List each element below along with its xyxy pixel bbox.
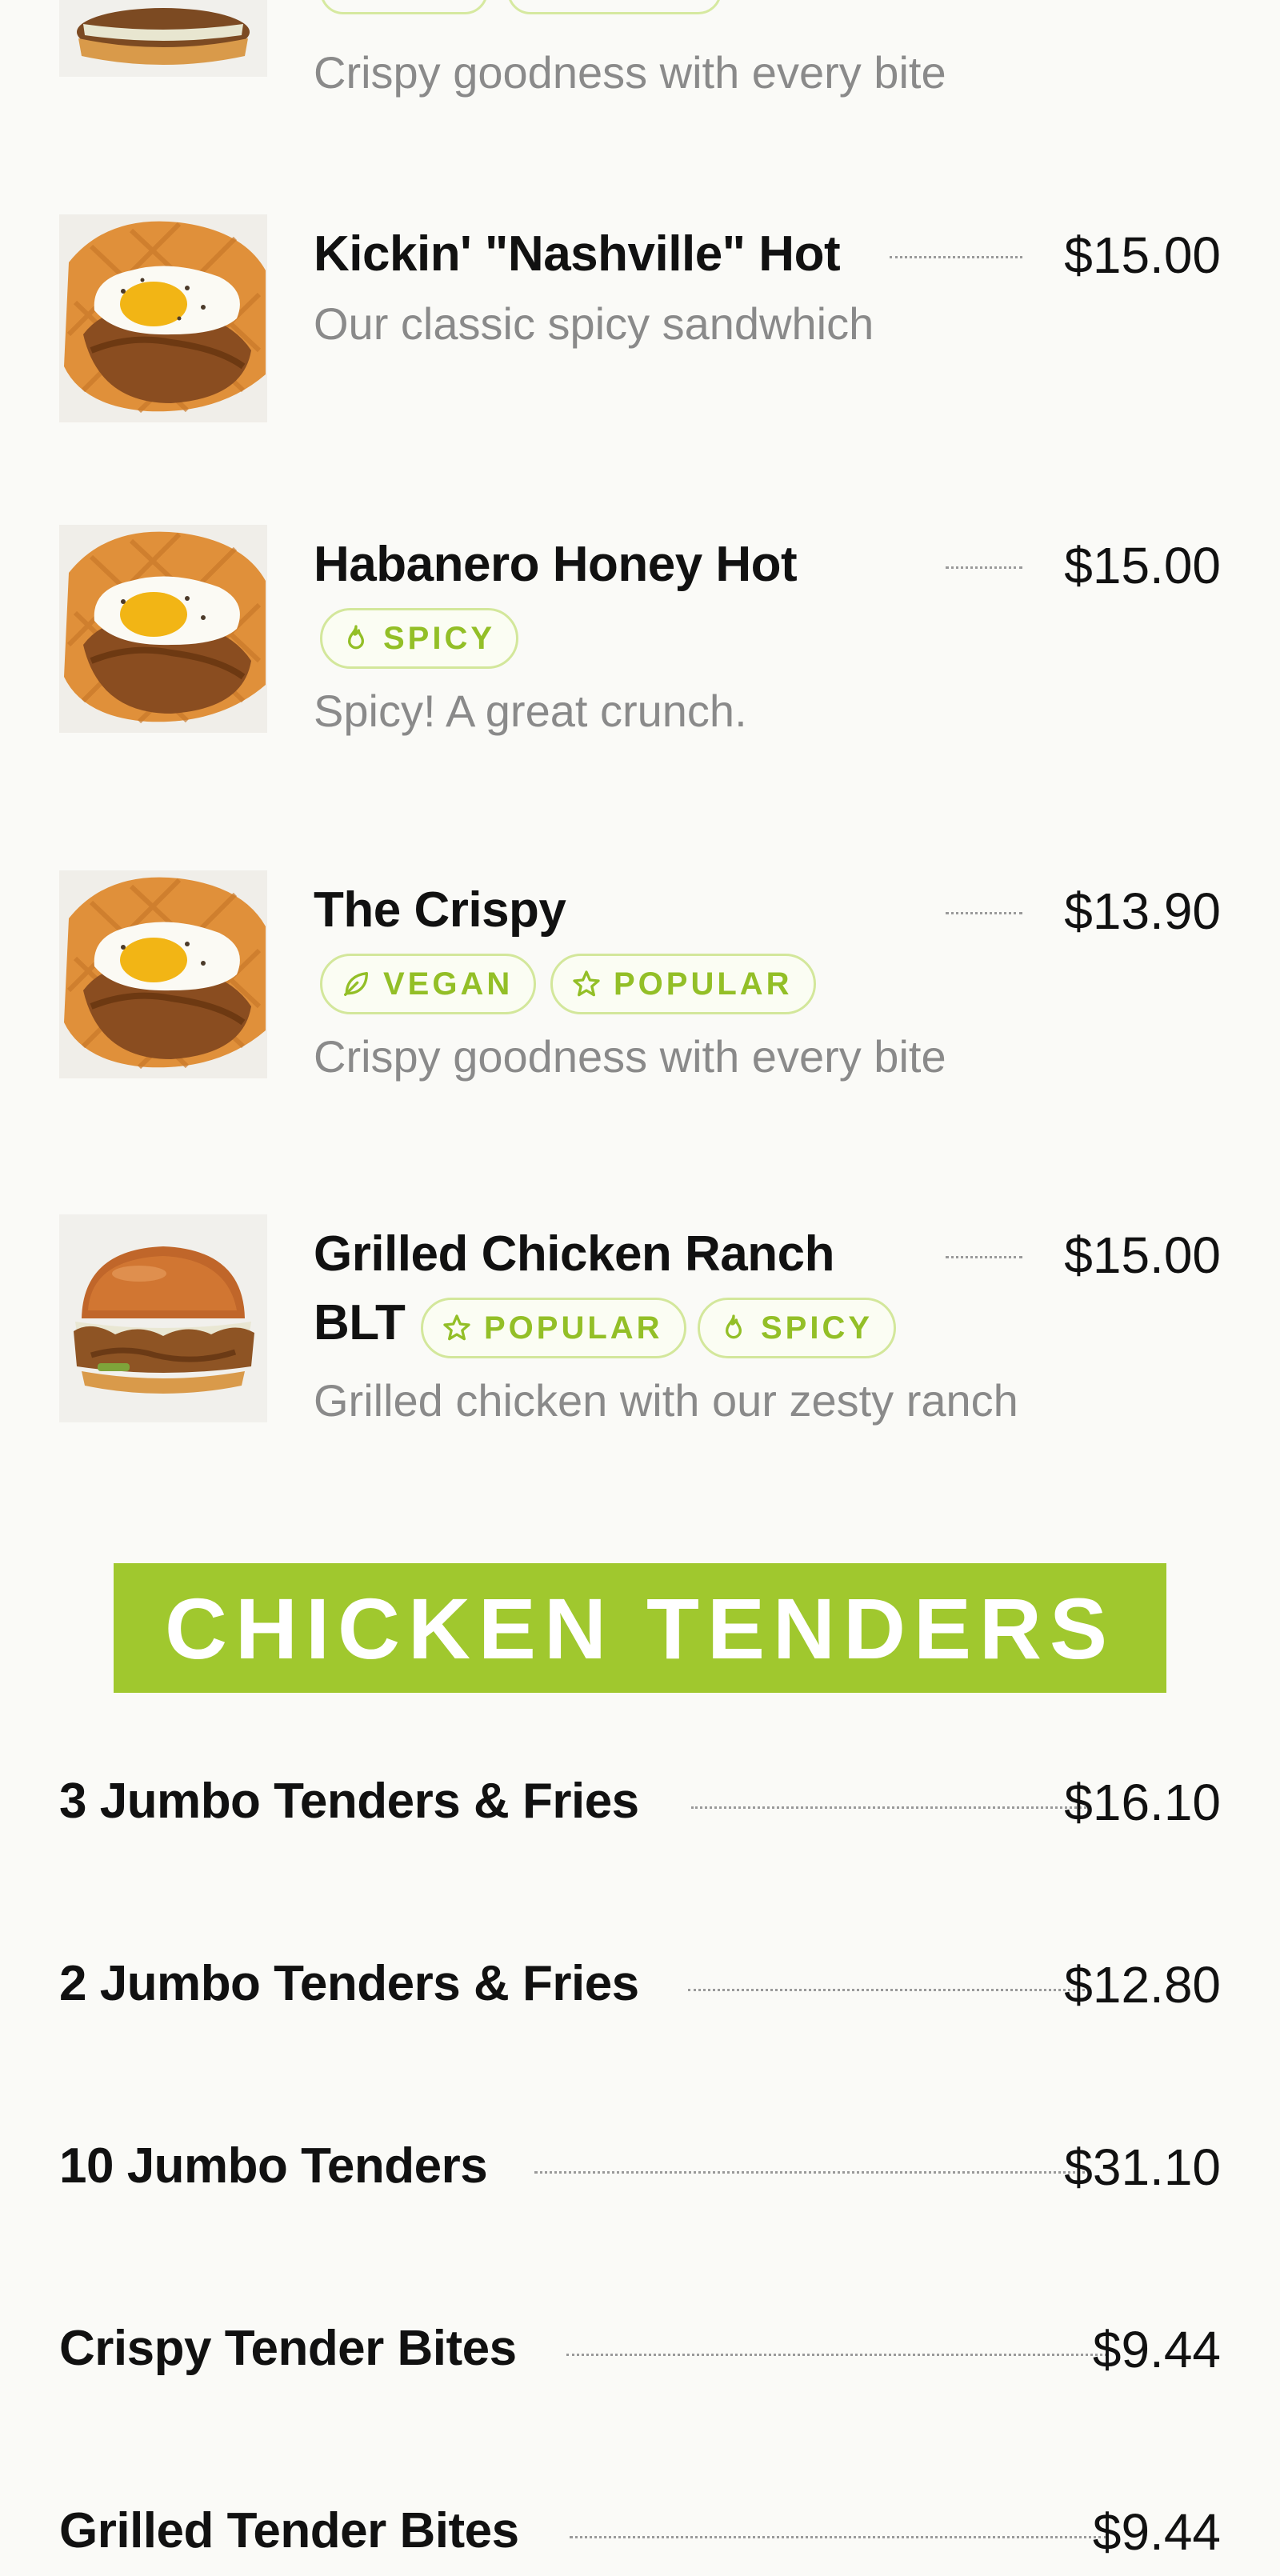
item-description: Our classic spicy sandwhich bbox=[314, 298, 874, 349]
dotted-leader bbox=[946, 566, 1022, 569]
badge-label: VEGAN bbox=[383, 966, 514, 1002]
item-price: $12.80 bbox=[1064, 1956, 1221, 2014]
badge-stub bbox=[507, 0, 722, 14]
item-description: Spicy! A great crunch. bbox=[314, 686, 747, 736]
item-price: $15.00 bbox=[1064, 537, 1221, 594]
menu-row[interactable]: Grilled Tender Bites $9.44 bbox=[59, 2494, 1221, 2574]
item-name: 10 Jumbo Tenders bbox=[59, 2138, 488, 2194]
badge-label: POPULAR bbox=[484, 1310, 663, 1346]
dotted-leader bbox=[946, 1256, 1022, 1258]
item-name: The Crispy bbox=[314, 882, 566, 938]
item-name: Grilled Chicken Ranch bbox=[314, 1226, 835, 1282]
sandwich-photo bbox=[59, 0, 267, 77]
menu-row[interactable]: Crispy Tender Bites $9.44 bbox=[59, 2312, 1221, 2392]
dotted-leader bbox=[688, 1989, 1085, 1991]
item-name: Grilled Tender Bites bbox=[59, 2503, 519, 2558]
item-description: Grilled chicken with our zesty ranch bbox=[314, 1375, 1018, 1426]
badge-label: POPULAR bbox=[614, 966, 793, 1002]
item-description: Crispy goodness with every bite bbox=[314, 1031, 946, 1082]
waffle-chicken-photo bbox=[59, 214, 267, 422]
item-name: Habanero Honey Hot bbox=[314, 537, 798, 592]
item-price: $15.00 bbox=[1064, 226, 1221, 284]
item-price: $13.90 bbox=[1064, 882, 1221, 940]
badge-spicy: SPICY bbox=[698, 1298, 897, 1358]
waffle-chicken-photo bbox=[59, 525, 267, 733]
flame-icon bbox=[726, 1314, 742, 1339]
menu-row[interactable]: 2 Jumbo Tenders & Fries $12.80 bbox=[59, 1947, 1221, 2027]
item-price: $15.00 bbox=[1064, 1226, 1221, 1284]
chicken-sandwich-photo bbox=[59, 1214, 267, 1422]
item-description: Crispy goodness with every bite bbox=[314, 47, 946, 98]
dotted-leader bbox=[890, 256, 1022, 258]
badge-stub bbox=[320, 0, 488, 14]
section-title: CHICKEN TENDERS bbox=[164, 1579, 1116, 1677]
dotted-leader bbox=[691, 1806, 1091, 1809]
menu-row[interactable]: 10 Jumbo Tenders $31.10 bbox=[59, 2130, 1221, 2210]
menu-page: Crispy goodness with every bite Kickin' … bbox=[0, 0, 1280, 2576]
menu-row[interactable]: 3 Jumbo Tenders & Fries $16.10 bbox=[59, 1765, 1221, 1845]
badge-label: SPICY bbox=[383, 620, 496, 656]
item-price: $31.10 bbox=[1064, 2138, 1221, 2196]
item-name: Kickin' "Nashville" Hot bbox=[314, 226, 841, 282]
item-name-continued: BLT bbox=[314, 1295, 406, 1350]
dotted-leader bbox=[566, 2354, 1107, 2356]
dotted-leader bbox=[570, 2536, 1107, 2538]
section-header-chicken-tenders: CHICKEN TENDERS bbox=[114, 1563, 1166, 1693]
star-icon bbox=[573, 970, 600, 997]
badge-spicy: SPICY bbox=[320, 608, 519, 669]
dotted-leader bbox=[946, 912, 1022, 914]
item-price: $9.44 bbox=[1092, 2503, 1221, 2561]
leaf-icon bbox=[344, 972, 368, 996]
badge-popular: POPULAR bbox=[421, 1298, 686, 1358]
item-price: $9.44 bbox=[1092, 2321, 1221, 2378]
item-name: 2 Jumbo Tenders & Fries bbox=[59, 1956, 639, 2011]
badge-popular: POPULAR bbox=[550, 954, 816, 1014]
flame-icon bbox=[348, 625, 364, 650]
item-name: Crispy Tender Bites bbox=[59, 2321, 517, 2376]
menu-item-partial[interactable]: Crispy goodness with every bite bbox=[0, 0, 1280, 104]
item-price: $16.10 bbox=[1064, 1774, 1221, 1831]
waffle-chicken-photo bbox=[59, 870, 267, 1078]
badge-vegan: VEGAN bbox=[320, 954, 537, 1014]
star-icon bbox=[443, 1314, 470, 1341]
dotted-leader bbox=[534, 2171, 1091, 2174]
badge-label: SPICY bbox=[761, 1310, 874, 1346]
item-name: 3 Jumbo Tenders & Fries bbox=[59, 1774, 639, 1829]
